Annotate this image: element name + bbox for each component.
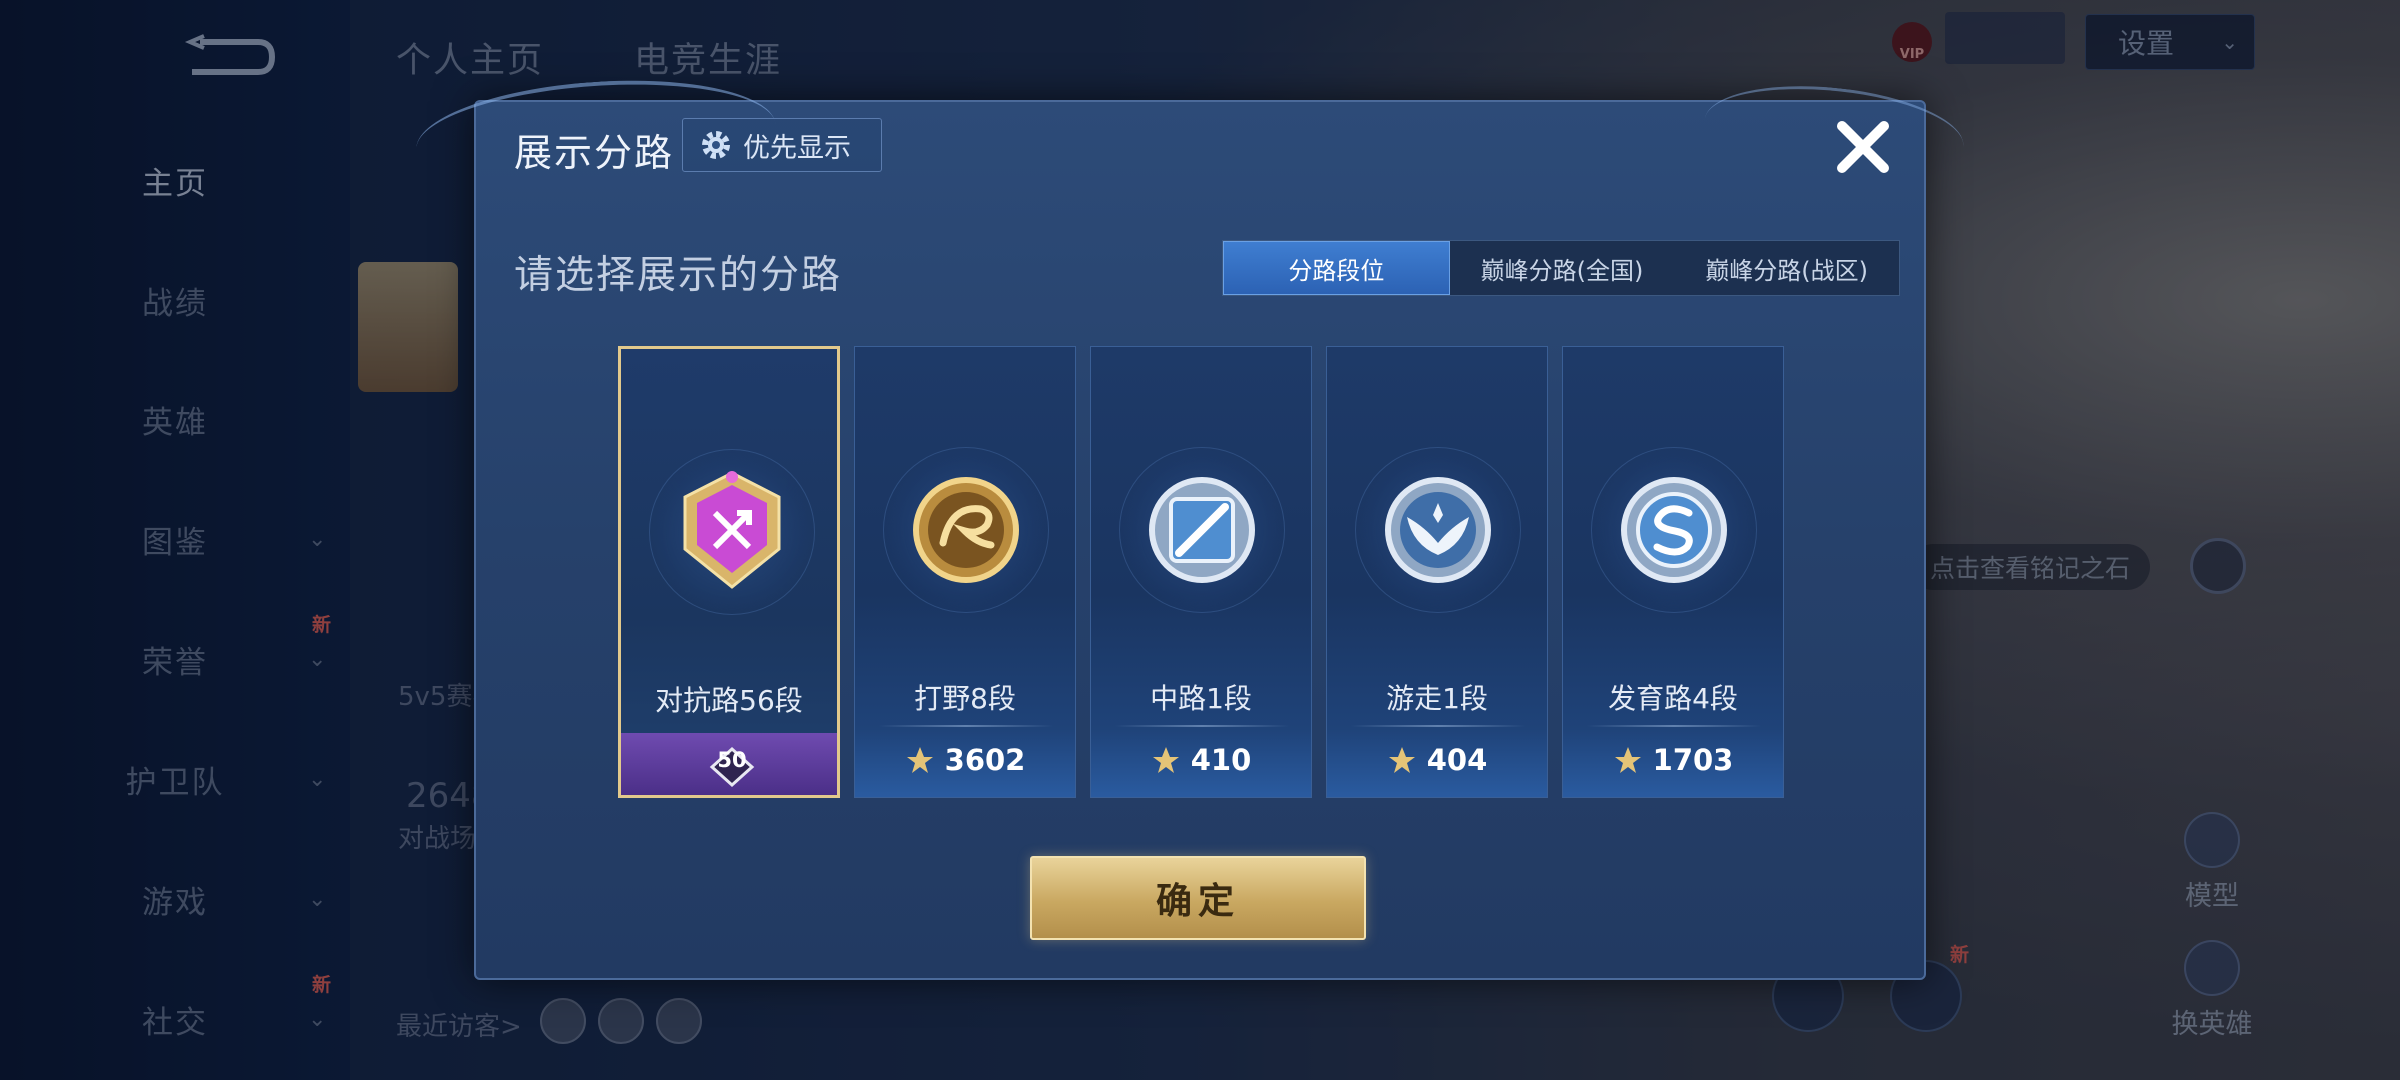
gear-icon xyxy=(702,131,730,159)
lane-name: 对抗路56段 xyxy=(655,684,803,717)
roam-wings-emblem-icon xyxy=(1385,477,1491,583)
lane-score: 404 xyxy=(1327,743,1547,777)
level-number: 50 xyxy=(717,748,747,772)
lane-card-clash[interactable]: 对抗路56段 50 xyxy=(618,346,840,798)
tab-peak-lane-national[interactable]: 巅峰分路(全国) xyxy=(1450,241,1675,295)
tab-lane-rank[interactable]: 分路段位 xyxy=(1223,241,1450,295)
priority-display-button[interactable]: 优先显示 xyxy=(682,118,882,172)
lane-rank-tabs: 分路段位 巅峰分路(全国) 巅峰分路(战区) xyxy=(1222,240,1900,296)
battle-power-icon xyxy=(1388,747,1415,773)
jungle-dragon-emblem-icon xyxy=(913,477,1019,583)
clash-lane-emblem-icon xyxy=(683,471,781,589)
confirm-button[interactable]: 确定 xyxy=(1030,856,1366,940)
score-value: 1703 xyxy=(1652,743,1734,777)
lane-display-dialog: 展示分路 优先显示 请选择展示的分路 分路段位 巅峰分路(全国) 巅峰分路(战区… xyxy=(412,69,1968,980)
score-value: 3602 xyxy=(944,743,1026,777)
lane-score: 1703 xyxy=(1563,743,1783,777)
score-value: 404 xyxy=(1426,743,1488,777)
battle-power-icon xyxy=(906,747,933,773)
divider xyxy=(1115,725,1289,727)
battle-power-icon xyxy=(1152,747,1179,773)
lane-name: 中路1段 xyxy=(1150,682,1252,715)
score-value: 410 xyxy=(1190,743,1252,777)
close-icon[interactable] xyxy=(1832,116,1894,178)
tab-label: 巅峰分路(全国) xyxy=(1480,256,1644,285)
divider xyxy=(879,725,1053,727)
battle-power-icon xyxy=(1614,747,1641,773)
mid-lane-emblem-icon xyxy=(1149,477,1255,583)
dialog-title: 展示分路 xyxy=(514,131,675,175)
lane-card-farm[interactable]: 发育路4段 1703 xyxy=(1562,346,1784,798)
lane-card-mid[interactable]: 中路1段 410 xyxy=(1090,346,1312,798)
selection-prompt: 请选择展示的分路 xyxy=(514,253,843,298)
lane-score: 410 xyxy=(1091,743,1311,777)
lane-name: 游走1段 xyxy=(1386,682,1488,715)
tab-label: 巅峰分路(战区) xyxy=(1705,256,1869,285)
farm-lane-emblem-icon xyxy=(1621,477,1727,583)
lane-score: 3602 xyxy=(855,743,1075,777)
tab-peak-lane-region[interactable]: 巅峰分路(战区) xyxy=(1674,241,1899,295)
confirm-label: 确定 xyxy=(1155,881,1240,922)
lane-name: 打野8段 xyxy=(914,682,1016,715)
divider xyxy=(1351,725,1525,727)
lane-card-roam[interactable]: 游走1段 404 xyxy=(1326,346,1548,798)
divider xyxy=(1587,725,1761,727)
priority-label: 优先显示 xyxy=(743,132,851,164)
tab-label: 分路段位 xyxy=(1288,256,1385,285)
lane-name: 发育路4段 xyxy=(1608,682,1738,715)
lane-card-jungle[interactable]: 打野8段 3602 xyxy=(854,346,1076,798)
